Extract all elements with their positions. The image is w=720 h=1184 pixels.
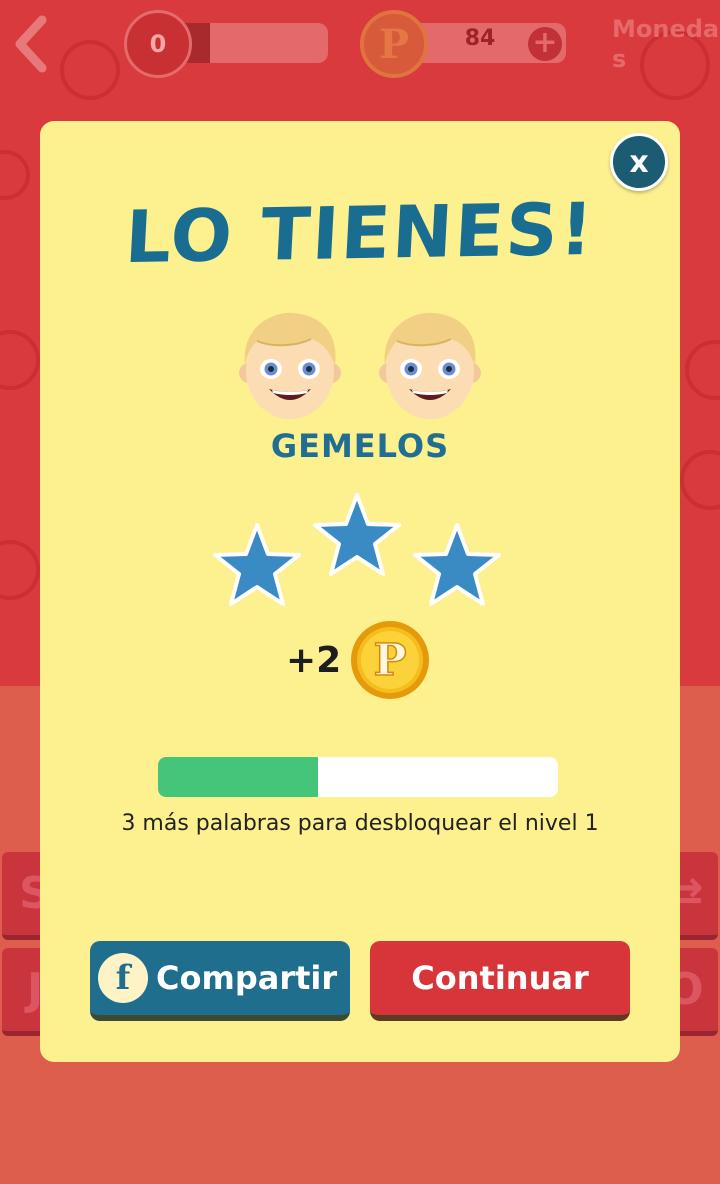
coin-icon: P (351, 621, 430, 699)
monedas-button[interactable]: Monedas (612, 14, 720, 74)
unlock-progress-bar (158, 757, 558, 797)
facebook-icon: f (98, 953, 148, 1003)
level-value: 0 (149, 30, 167, 58)
plus-icon: + (532, 25, 558, 60)
share-label: Compartir (156, 959, 338, 997)
dialog-title: LO TIENES! (123, 186, 597, 280)
emoji-clue (235, 307, 485, 423)
back-button[interactable] (12, 14, 52, 74)
chevron-left-icon (15, 15, 47, 73)
answer-word: GEMELOS (270, 427, 450, 465)
continue-label: Continuar (411, 959, 589, 997)
boy-emoji-icon (379, 312, 481, 419)
add-coins-button[interactable]: + (528, 27, 562, 61)
success-dialog: x LO TIENES! GEMELOS +2 P 3 más palabras… (40, 121, 680, 1062)
unlock-message: 3 más palabras para desbloquear el nivel… (121, 811, 599, 836)
unlock-progress-fill (158, 757, 318, 797)
coin-reward: +2 P (286, 619, 431, 701)
coin-letter: P (374, 635, 407, 686)
close-button[interactable]: x (610, 133, 668, 191)
coin-letter: P (378, 20, 410, 68)
continue-button[interactable]: Continuar (370, 941, 630, 1021)
star-icon (213, 523, 301, 606)
background-doodle (60, 40, 120, 100)
share-button[interactable]: f Compartir (90, 941, 350, 1021)
reward-amount: +2 (286, 639, 342, 681)
star-icon (413, 523, 501, 606)
coins-value: 84 (464, 26, 496, 51)
boy-emoji-icon (239, 312, 341, 419)
level-badge: 0 (124, 10, 192, 78)
star-icon (313, 493, 401, 576)
close-icon: x (629, 144, 649, 180)
coin-icon: P (360, 10, 428, 78)
